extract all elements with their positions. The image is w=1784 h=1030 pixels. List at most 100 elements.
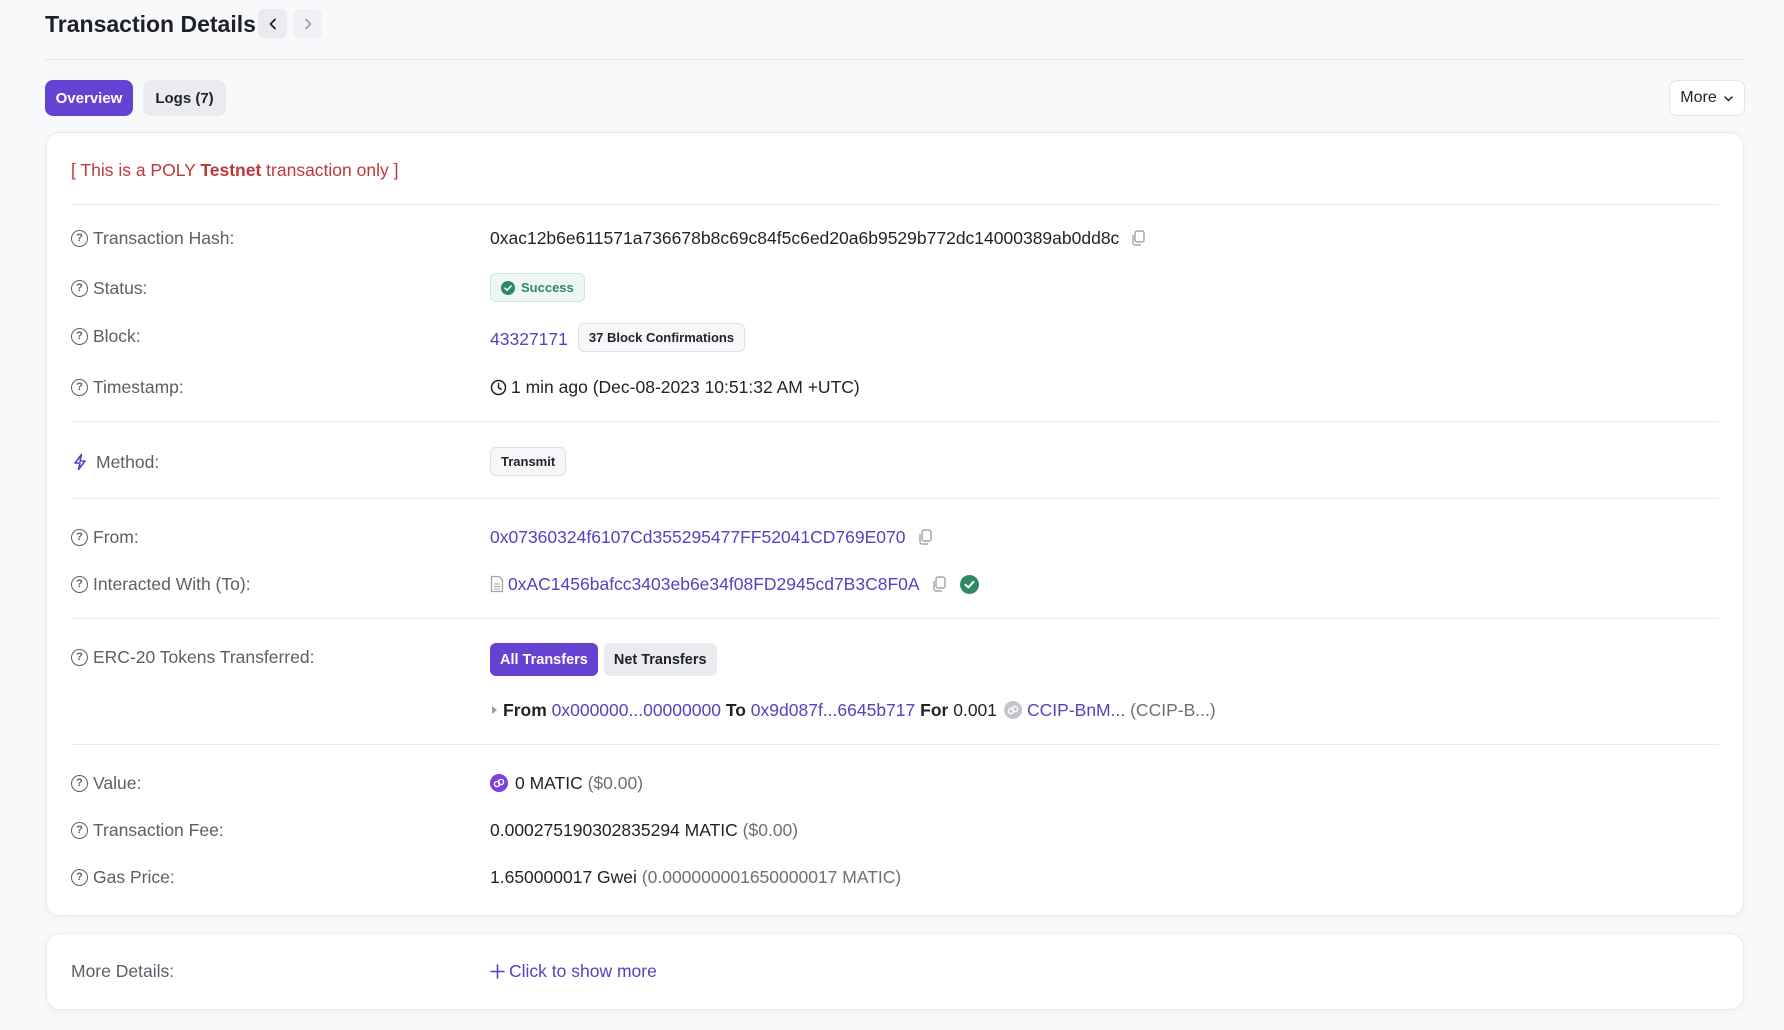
token-symbol: (CCIP-B...) (1130, 700, 1216, 720)
method-label-text: Method: (96, 452, 160, 472)
header-divider (45, 59, 1744, 60)
value-amount: 0 MATIC (515, 773, 583, 793)
more-details-card (46, 933, 1744, 1010)
value-label-text: Value: (93, 773, 142, 793)
status-badge: Success (490, 273, 585, 302)
contract-file-icon (490, 575, 504, 593)
help-icon[interactable]: ? (71, 648, 88, 666)
overview-card (46, 132, 1744, 916)
status-text: Success (521, 279, 574, 295)
copy-icon[interactable] (916, 528, 934, 546)
tx-hash-label: ? Transaction Hash: (71, 227, 234, 249)
notice-prefix: [ This is a POLY (71, 160, 201, 180)
notice-network: Testnet (200, 160, 262, 180)
show-more-button[interactable]: Click to show more (490, 960, 657, 982)
verified-check-icon (959, 574, 979, 594)
timestamp-value: 1 min ago (Dec-08-2023 10:51:32 AM +UTC) (490, 376, 860, 398)
testnet-notice: [ This is a POLY Testnet transaction onl… (71, 159, 398, 181)
help-icon[interactable]: ? (71, 229, 88, 247)
chevron-left-icon (269, 18, 276, 29)
help-icon[interactable]: ? (71, 378, 88, 396)
chevron-down-icon (1723, 95, 1733, 101)
erc20-label-text: ERC-20 Tokens Transferred: (93, 647, 315, 667)
transfer-amount: 0.001 (953, 700, 998, 720)
timestamp: 1 min ago (Dec-08-2023 10:51:32 AM +UTC) (511, 377, 860, 397)
help-icon[interactable]: ? (71, 575, 88, 593)
contract-address-link[interactable]: 0xAC1456bafcc3403eb6e34f08FD2945cd7B3C8F… (508, 573, 920, 595)
method-badge: Transmit (490, 447, 567, 476)
net-transfers-button[interactable]: Net Transfers (603, 643, 717, 676)
more-details-label-text: More Details: (71, 961, 175, 981)
from-label-text: From: (93, 527, 139, 547)
method-value: Transmit (490, 447, 567, 476)
status-label-text: Status: (93, 278, 148, 298)
transfer-from-label: From (503, 700, 547, 720)
fee-label-text: Transaction Fee: (93, 820, 224, 840)
gas-price-value: 1.650000017 Gwei (0.000000001650000017 M… (490, 866, 901, 888)
divider (71, 204, 1719, 205)
block-label: ? Block: (71, 325, 141, 347)
divider (71, 744, 1719, 745)
from-label: ? From: (71, 526, 139, 548)
value-usd: ($0.00) (587, 773, 644, 793)
from-value: 0x07360324f6107Cd355295477FF52041CD769E0… (490, 526, 934, 548)
method-label: Method: (71, 451, 159, 473)
tx-hash-value: 0xac12b6e611571a736678b8c69c84f5c6ed20a6… (490, 227, 1147, 249)
fee-amount: 0.000275190302835294 MATIC (490, 820, 738, 840)
block-confirmations-badge: 37 Block Confirmations (577, 323, 746, 352)
tx-hash-label-text: Transaction Hash: (93, 228, 235, 248)
erc20-label: ? ERC-20 Tokens Transferred: (71, 646, 314, 668)
token-name-link[interactable]: CCIP-BnM... (1027, 699, 1125, 721)
token-transfer-row: From 0x000000...00000000 To 0x9d087f...6… (490, 699, 1216, 721)
status-label: ? Status: (71, 277, 147, 299)
plus-icon (490, 963, 505, 979)
transfer-to-address-link[interactable]: 0x9d087f...6645b717 (751, 699, 915, 721)
tab-logs[interactable]: Logs (7) (143, 80, 226, 116)
to-label-text: Interacted With (To): (93, 574, 251, 594)
tx-hash: 0xac12b6e611571a736678b8c69c84f5c6ed20a6… (490, 228, 1120, 248)
matic-icon (490, 774, 508, 792)
fee-value: 0.000275190302835294 MATIC ($0.00) (490, 819, 798, 841)
value-value: 0 MATIC ($0.00) (490, 772, 643, 794)
help-icon[interactable]: ? (71, 279, 88, 297)
copy-icon[interactable] (1129, 229, 1147, 247)
to-label: ? Interacted With (To): (71, 573, 251, 595)
chevron-right-icon (304, 18, 311, 29)
all-transfers-button[interactable]: All Transfers (490, 643, 598, 676)
gas-price-amount: 1.650000017 Gwei (490, 867, 637, 887)
transfer-from-address-link[interactable]: 0x000000...00000000 (552, 699, 721, 721)
help-icon[interactable]: ? (71, 528, 88, 546)
notice-suffix: transaction only ] (261, 160, 399, 180)
token-icon (1004, 701, 1023, 719)
help-icon[interactable]: ? (71, 327, 88, 345)
transfer-for-label: For (920, 700, 949, 720)
more-details-label: More Details: (71, 960, 174, 982)
to-value: 0xAC1456bafcc3403eb6e34f08FD2945cd7B3C8F… (490, 573, 979, 595)
more-dropdown-button[interactable]: More (1669, 80, 1745, 116)
page-title: Transaction Details (45, 11, 256, 37)
divider (71, 498, 1719, 499)
tab-overview[interactable]: Overview (45, 80, 133, 116)
value-label: ? Value: (71, 772, 141, 794)
help-icon[interactable]: ? (71, 774, 88, 792)
transfer-filter: All Transfers Net Transfers (490, 643, 717, 676)
divider (71, 421, 1719, 422)
block-label-text: Block: (93, 326, 141, 346)
more-label: More (1680, 89, 1717, 106)
help-icon[interactable]: ? (71, 868, 88, 886)
previous-transaction-button[interactable] (258, 9, 287, 38)
check-circle-icon (501, 280, 515, 295)
fee-usd: ($0.00) (742, 820, 799, 840)
timestamp-label-text: Timestamp: (93, 377, 184, 397)
lightning-icon (74, 453, 86, 471)
divider (71, 618, 1719, 619)
help-icon[interactable]: ? (71, 821, 88, 839)
from-address-link[interactable]: 0x07360324f6107Cd355295477FF52041CD769E0… (490, 526, 906, 548)
caret-right-icon[interactable] (490, 704, 500, 716)
show-more-text: Click to show more (509, 961, 657, 981)
block-number-link[interactable]: 43327171 (490, 328, 568, 350)
copy-icon[interactable] (930, 575, 948, 593)
block-value: 43327171 37 Block Confirmations (490, 323, 746, 352)
next-transaction-button[interactable] (293, 9, 322, 38)
transfer-to-label: To (725, 700, 746, 720)
